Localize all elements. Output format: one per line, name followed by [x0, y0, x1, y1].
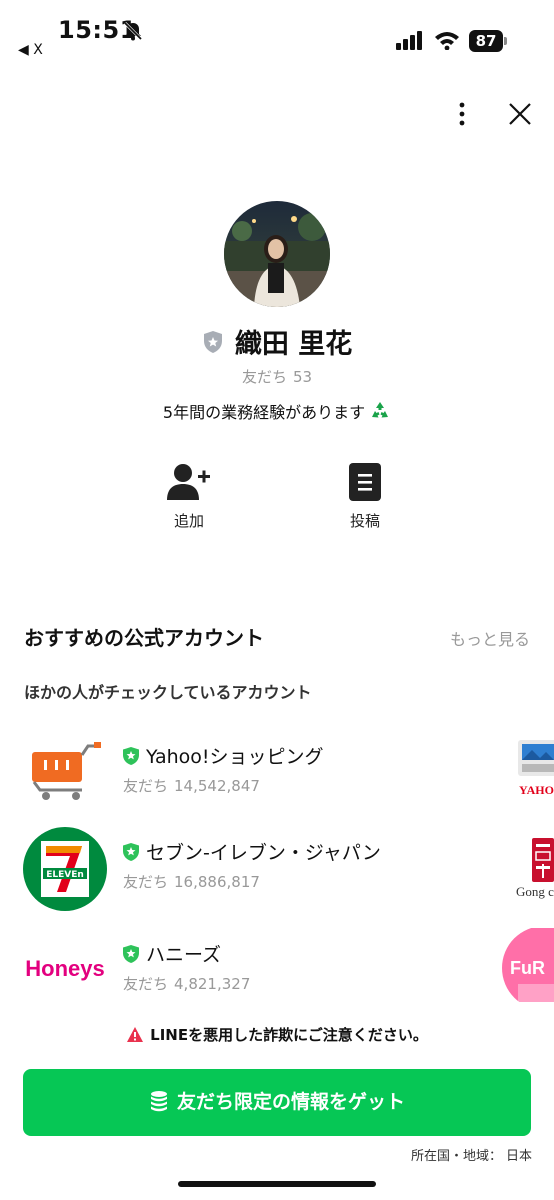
bell-muted-icon [123, 21, 143, 41]
yahoo-shopping-logo [32, 742, 101, 800]
account-name: ハニーズ [146, 944, 222, 966]
recommendations-title: おすすめの公式アカウント [24, 626, 264, 650]
list-item[interactable]: Honeys ハニーズ 友だち 4,821,327 FuR [0, 928, 554, 1018]
account-name-row: セブン-イレブン・ジャパン [122, 838, 381, 865]
peek-text: Gong c [516, 884, 554, 899]
profile-name-row: 織田 里花 [0, 322, 554, 361]
coins-icon [150, 1091, 167, 1112]
add-friend-icon [167, 464, 210, 500]
friends-number: 53 [292, 368, 313, 386]
add-friend-label: 追加 [173, 512, 204, 530]
furu-peek-logo: FuR [502, 928, 554, 1002]
logo-text: Honeys [25, 956, 104, 981]
recommendations-subtitle: ほかの人がチェックしているアカウント [24, 683, 312, 702]
logo-text: ELEVEn [46, 870, 84, 880]
get-friend-info-button[interactable]: 友だち限定の情報をゲット [23, 1069, 531, 1136]
profile-name: 織田 里花 [234, 329, 353, 360]
friends-label: 友だち [123, 975, 169, 993]
battery-indicator: 87 [469, 30, 507, 52]
account-name-row: ハニーズ [122, 940, 221, 967]
profile-avatar[interactable] [224, 201, 330, 307]
verified-shield-icon [123, 842, 139, 861]
peek-text: FuR [510, 958, 545, 978]
account-name: Yahoo!ショッピング [146, 746, 324, 768]
account-friends-count: 友だち 4,821,327 [123, 973, 250, 994]
wifi-icon [435, 32, 459, 50]
account-shield-icon [203, 330, 222, 353]
status-message-text: 5年間の業務経験があります [162, 403, 366, 422]
battery-cap [504, 37, 507, 45]
region-info: 所在国・地域： 日本 [411, 1145, 532, 1164]
home-indicator[interactable] [178, 1181, 376, 1187]
see-more-link[interactable]: もっと見る [450, 626, 530, 650]
next-card-peek[interactable]: Gong c [500, 826, 554, 912]
battery-level: 87 [469, 30, 503, 52]
account-name: セブン-イレブン・ジャパン [146, 842, 381, 864]
honeys-logo: Honeys [25, 956, 104, 981]
warning-icon [127, 1027, 144, 1042]
signal-icon [396, 31, 422, 50]
close-icon[interactable] [506, 100, 534, 128]
posts-icon [349, 463, 381, 501]
gongcha-peek-logo: Gong c [516, 838, 554, 899]
verified-shield-icon [123, 944, 139, 963]
yahoo-peek-logo: YAHO [518, 740, 554, 797]
account-friends-count: 友だち 14,542,847 [123, 775, 260, 796]
peek-text: YAHO [519, 783, 554, 797]
friends-number: 16,886,817 [174, 873, 260, 891]
warning-text: LINEを悪用した詐欺にご注意ください。 [150, 1026, 428, 1044]
profile-status-message: 5年間の業務経験があります [0, 399, 554, 423]
fraud-warning: LINEを悪用した詐欺にご注意ください。 [0, 1024, 554, 1045]
region-label: 所在国・地域： [410, 1149, 502, 1164]
account-name-row: Yahoo!ショッピング [122, 742, 324, 769]
next-card-peek[interactable]: FuR [500, 928, 554, 1002]
friends-label: 友だち [241, 368, 287, 386]
region-value: 日本 [505, 1149, 532, 1164]
cta-label: 友だち限定の情報をゲット [176, 1091, 405, 1113]
friends-label: 友だち [123, 873, 169, 891]
more-options-icon[interactable] [448, 100, 476, 128]
friends-label: 友だち [123, 777, 169, 795]
profile-friends-count: 友だち 53 [0, 366, 554, 387]
next-card-peek[interactable]: YAHO [500, 736, 554, 822]
list-item[interactable]: Yahoo!ショッピング 友だち 14,542,847 YAHO [0, 730, 554, 820]
posts-button[interactable]: 投稿 [320, 462, 410, 531]
friends-number: 4,821,327 [174, 975, 251, 993]
account-friends-count: 友だち 16,886,817 [123, 871, 260, 892]
recycle-icon [372, 402, 389, 418]
back-to-app-link[interactable]: ◀ X [18, 42, 43, 58]
verified-shield-icon [123, 746, 139, 765]
add-friend-button[interactable]: 追加 [144, 462, 234, 531]
posts-label: 投稿 [349, 512, 380, 530]
friends-number: 14,542,847 [174, 777, 260, 795]
seven-eleven-logo: ELEVEn [23, 827, 107, 911]
list-item[interactable]: ELEVEn セブン-イレブン・ジャパン 友だち 16,886,817 Gong … [0, 826, 554, 916]
